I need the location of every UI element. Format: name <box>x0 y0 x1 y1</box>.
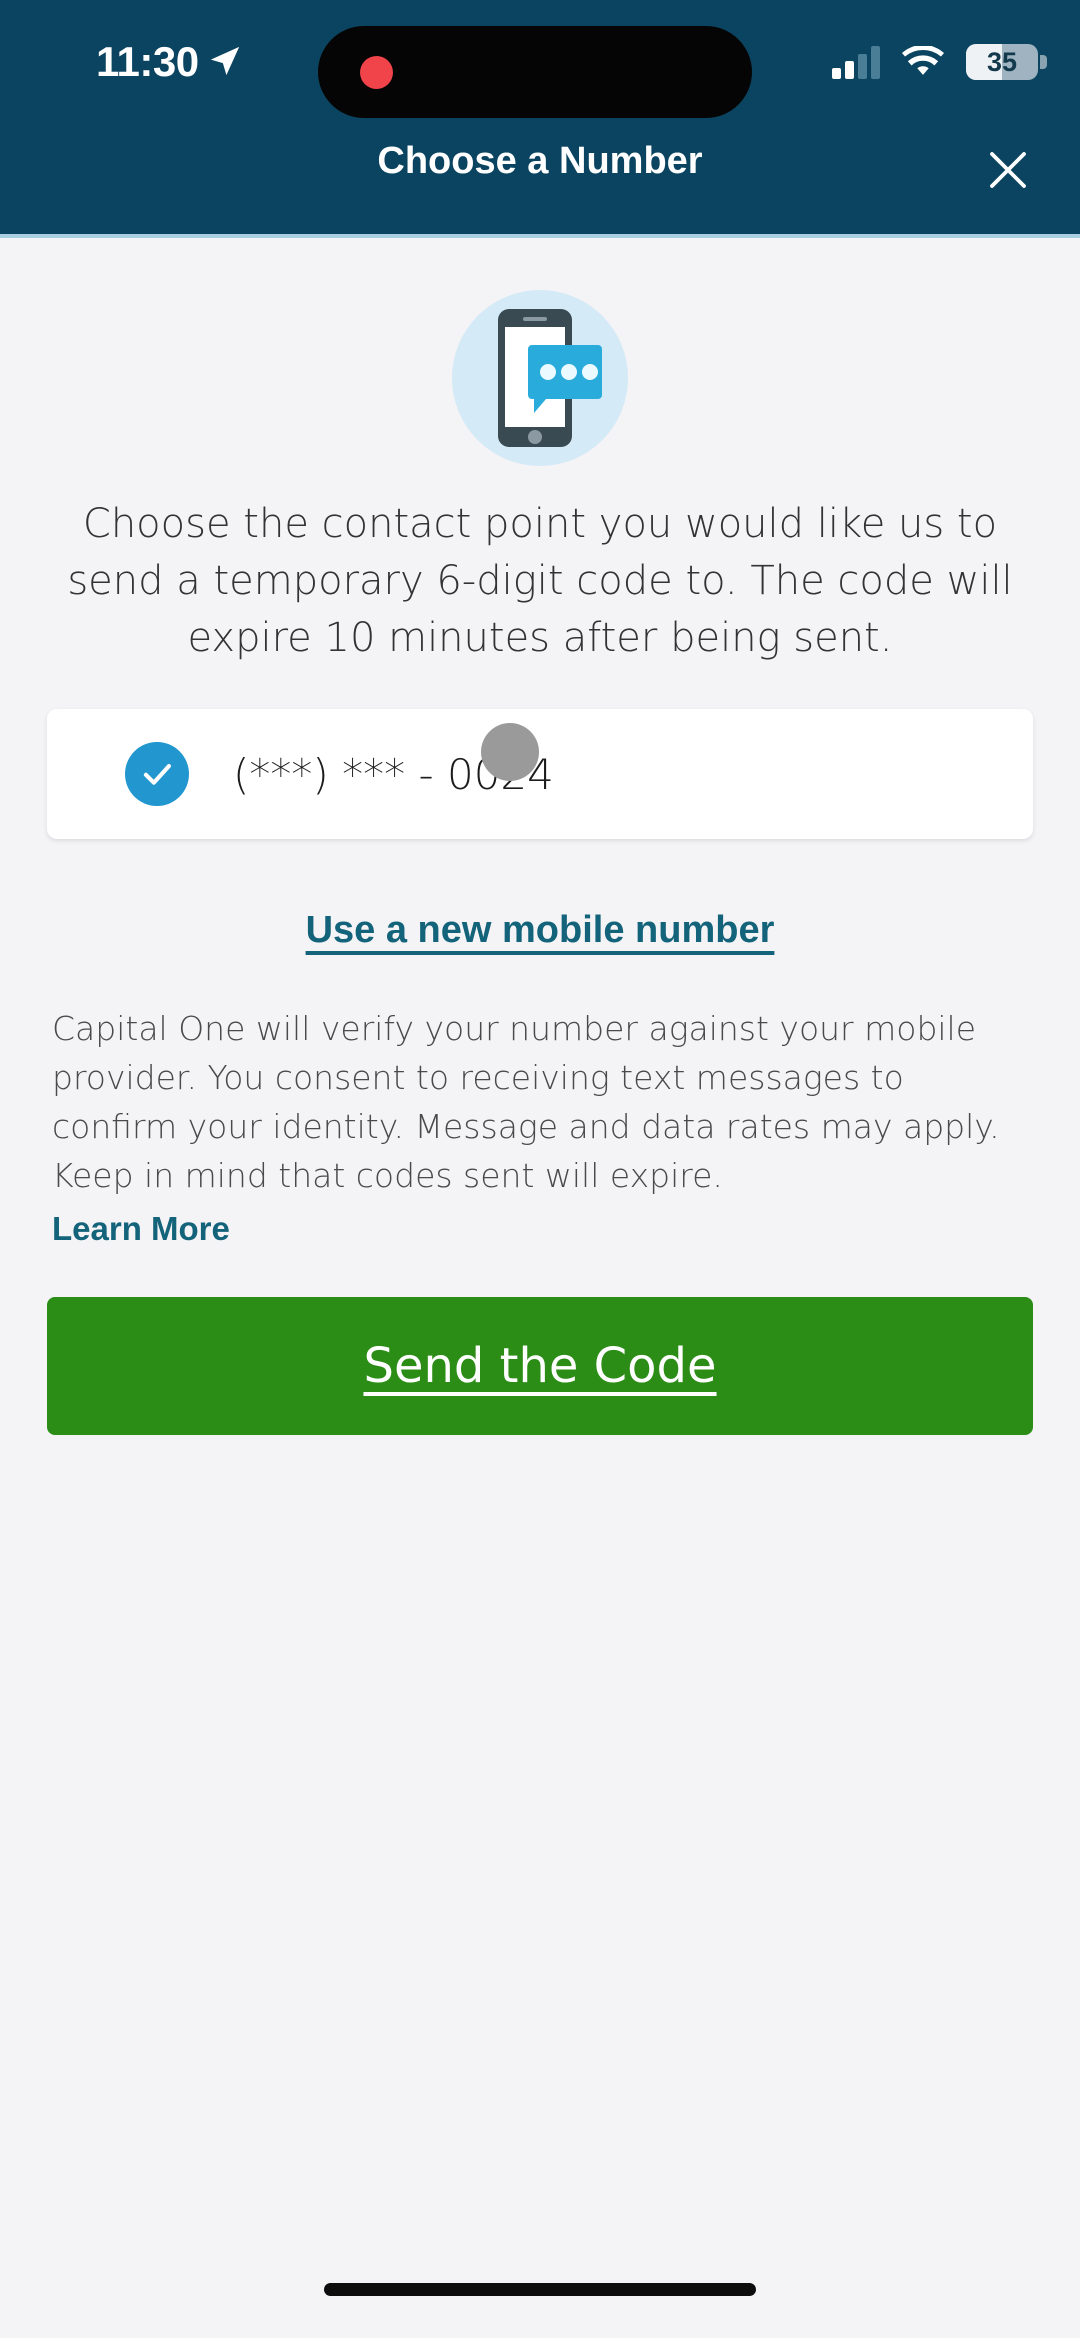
phone-number-option[interactable]: (***) *** - 0024 <box>47 709 1033 839</box>
cellular-signal-icon <box>832 45 880 79</box>
main-content: Choose the contact point you would like … <box>0 242 1080 1435</box>
hero-circle <box>452 290 628 466</box>
status-bar-indicators: 35 <box>832 44 1047 80</box>
location-arrow-icon <box>210 46 240 76</box>
disclaimer-text: Capital One will verify your number agai… <box>52 1004 1028 1253</box>
battery-percent-label: 35 <box>986 47 1018 77</box>
send-the-code-label: Send the Code <box>363 1338 717 1394</box>
nav-bar: Choose a Number <box>0 118 1080 234</box>
wifi-icon <box>902 46 944 75</box>
use-new-mobile-number-link[interactable]: Use a new mobile number <box>306 909 775 952</box>
battery-icon: 35 <box>966 44 1047 80</box>
new-number-link-wrap: Use a new mobile number <box>0 909 1080 952</box>
status-bar: 11:30 35 <box>0 0 1080 118</box>
close-icon <box>990 152 1026 188</box>
app-header: 11:30 35 Choose a Number <box>0 0 1080 238</box>
send-the-code-button[interactable]: Send the Code <box>47 1297 1033 1435</box>
phone-sms-message-icon <box>498 309 602 447</box>
close-button[interactable] <box>968 130 1048 210</box>
status-bar-time: 11:30 <box>96 38 199 85</box>
touch-point-indicator <box>481 723 539 781</box>
instruction-text: Choose the contact point you would like … <box>67 501 1013 661</box>
disclaimer-body: Capital One will verify your number agai… <box>52 1009 1000 1195</box>
check-circle-icon <box>125 742 189 806</box>
dynamic-island <box>318 26 752 118</box>
home-indicator[interactable] <box>324 2283 756 2296</box>
learn-more-link[interactable]: Learn More <box>52 1204 230 1253</box>
recording-dot-icon <box>360 56 393 89</box>
page-title: Choose a Number <box>377 140 703 182</box>
check-icon <box>143 764 171 785</box>
hero-illustration <box>0 290 1080 466</box>
app-screen: 11:30 35 Choose a Number Choose the cont… <box>0 0 1080 2338</box>
